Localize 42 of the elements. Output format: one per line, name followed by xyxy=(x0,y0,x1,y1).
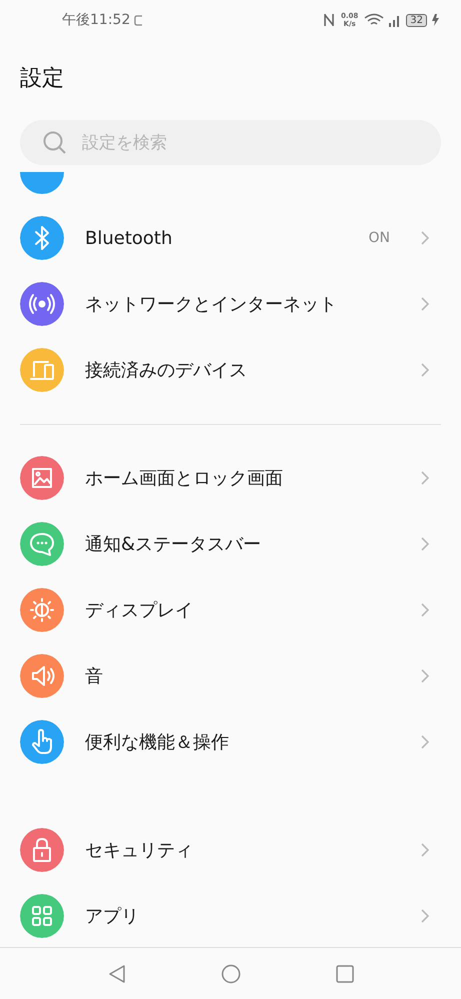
home-icon[interactable] xyxy=(221,964,242,984)
item-label: 便利な機能＆操作 xyxy=(85,731,230,754)
item-label: 音 xyxy=(85,665,104,688)
item-label: ホーム画面とロック画面 xyxy=(85,467,284,490)
nfc-icon xyxy=(322,12,335,28)
chevron-icon xyxy=(420,668,430,684)
chevron-icon xyxy=(420,908,430,924)
settings-item[interactable]: 音 xyxy=(0,643,461,709)
settings-item[interactable]: ネットワークとインターネット xyxy=(0,271,461,337)
chevron-icon xyxy=(420,362,430,378)
item-label: 接続済みのデバイス xyxy=(85,359,248,382)
settings-item[interactable]: 便利な機能＆操作 xyxy=(0,709,461,775)
recents-icon[interactable] xyxy=(336,964,354,982)
settings-item[interactable]: ホーム画面とロック画面 xyxy=(0,445,461,511)
settings-item[interactable]: アプリ xyxy=(0,883,461,947)
chevron-icon xyxy=(420,734,430,750)
item-label: Bluetooth xyxy=(85,228,174,248)
settings-item[interactable]: セキュリティ xyxy=(0,817,461,883)
charging-icon xyxy=(431,13,441,27)
chevron-icon xyxy=(420,230,430,246)
item-label: アプリ xyxy=(85,905,140,928)
chevron-icon xyxy=(420,602,430,618)
item-label: ディスプレイ xyxy=(85,599,194,622)
item-value: ON xyxy=(368,230,390,246)
page-title: 設定 xyxy=(20,64,64,92)
search-icon xyxy=(42,130,68,156)
chevron-icon xyxy=(420,296,430,312)
chevron-icon xyxy=(420,536,430,552)
status-time: 午後11:52 xyxy=(62,11,130,29)
settings-item[interactable]: Bluetooth ON xyxy=(0,205,461,271)
item-label: ネットワークとインターネット xyxy=(85,293,338,316)
chevron-icon xyxy=(420,842,430,858)
back-icon[interactable] xyxy=(107,964,128,984)
settings-item[interactable]: 通知&ステータスバー xyxy=(0,511,461,577)
item-label: 通知&ステータスバー xyxy=(85,533,262,556)
settings-item[interactable]: ディスプレイ xyxy=(0,577,461,643)
search-field[interactable]: 設定を検索 xyxy=(20,120,441,165)
wifi-icon xyxy=(364,13,384,27)
item-label: セキュリティ xyxy=(85,839,194,862)
settings-item[interactable]: 接続済みのデバイス xyxy=(0,337,461,403)
chevron-icon xyxy=(420,470,430,486)
battery-icon: 32 xyxy=(406,14,427,26)
